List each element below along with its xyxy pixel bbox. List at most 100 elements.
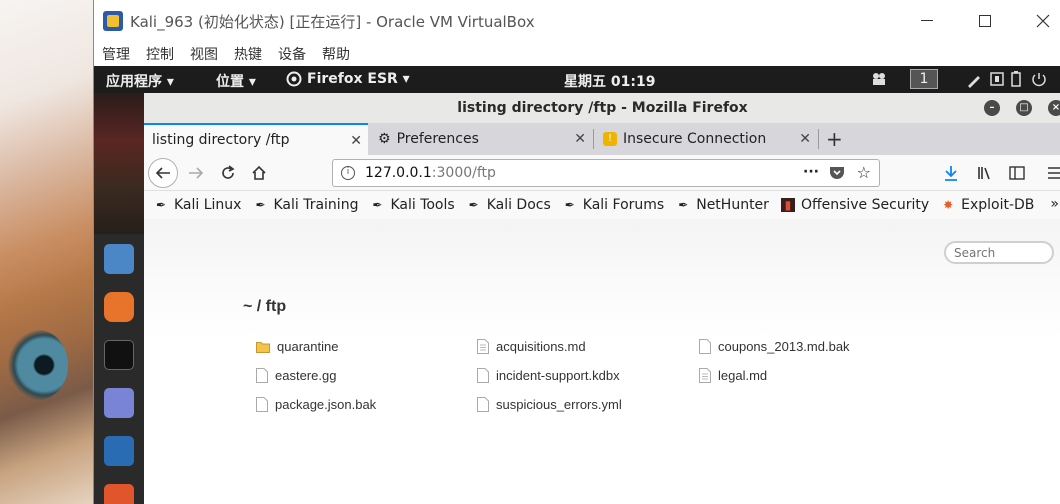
files-icon[interactable] xyxy=(104,244,134,274)
forward-arrow-icon[interactable] xyxy=(185,162,207,184)
kali-dragon-icon: ✒ xyxy=(468,198,479,212)
search-input[interactable] xyxy=(944,241,1054,264)
download-icon[interactable] xyxy=(940,162,962,184)
file-item[interactable]: acquisitions.md xyxy=(477,339,586,354)
gear-icon: ⚙ xyxy=(378,131,391,147)
pen-icon[interactable] xyxy=(966,72,982,92)
burpsuite-icon[interactable] xyxy=(104,484,134,504)
sidebar-icon[interactable] xyxy=(1006,162,1028,184)
kali-dragon-icon: ✒ xyxy=(155,198,167,212)
page-content: ~ / ftp quarantine acquisitions.md coupo… xyxy=(144,219,1060,504)
url-bar[interactable]: i 127.0.0.1 :3000/ftp ··· ☆ xyxy=(332,159,880,187)
url-path: :3000/ftp xyxy=(431,165,496,181)
tab-label: listing directory /ftp xyxy=(152,132,290,148)
folder-icon xyxy=(256,341,270,353)
firefox-window: listing directory /ftp - Mozilla Firefox… xyxy=(144,93,1060,504)
menu-hotkeys[interactable]: 热键 xyxy=(234,44,262,64)
menu-view[interactable]: 视图 xyxy=(190,44,218,64)
tab-close-icon[interactable]: ✕ xyxy=(574,131,586,147)
firefox-window-title: listing directory /ftp - Mozilla Firefox xyxy=(457,100,748,116)
url-host: 127.0.0.1 xyxy=(365,165,432,181)
file-icon xyxy=(477,397,489,412)
overflow-chevron-icon[interactable]: » xyxy=(1050,196,1059,212)
file-item[interactable]: suspicious_errors.yml xyxy=(477,397,622,412)
tab-separator xyxy=(818,129,819,149)
back-arrow-icon[interactable] xyxy=(148,158,178,188)
new-tab-plus-icon[interactable]: + xyxy=(826,127,843,151)
terminal-icon[interactable] xyxy=(104,340,134,370)
bookmark-exploit-db[interactable]: ✸ Exploit-DB xyxy=(941,197,1034,213)
bookmark-nethunter[interactable]: ✒ NetHunter xyxy=(676,197,769,213)
exploit-db-icon: ✸ xyxy=(943,198,954,212)
close-icon[interactable] xyxy=(1032,10,1054,32)
battery-icon[interactable] xyxy=(1009,71,1023,91)
tab-listing-directory[interactable]: listing directory /ftp ✕ xyxy=(144,123,368,155)
file-item[interactable]: coupons_2013.md.bak xyxy=(699,339,850,354)
network-icon[interactable] xyxy=(989,71,1005,91)
tab-label: Preferences xyxy=(396,131,479,147)
bookmark-kali-docs[interactable]: ✒ Kali Docs xyxy=(467,197,551,213)
reload-icon[interactable] xyxy=(217,162,239,184)
ff-close-icon[interactable]: × xyxy=(1048,100,1060,116)
bookmark-kali-forums[interactable]: ✒ Kali Forums xyxy=(563,197,664,213)
vm-screen[interactable]: 应用程序 ▾ 位置 ▾ Firefox ESR ▾ 星期五 01:19 1 li… xyxy=(94,66,1060,504)
menu-help[interactable]: 帮助 xyxy=(322,44,350,64)
menu-devices[interactable]: 设备 xyxy=(278,44,306,64)
virtualbox-icon xyxy=(103,11,123,31)
ff-minimize-icon[interactable]: – xyxy=(984,100,1000,116)
ff-maximize-icon[interactable]: □ xyxy=(1016,100,1032,116)
tab-strip: listing directory /ftp ✕ ⚙ Preferences ✕… xyxy=(144,123,1060,155)
metasploit-icon[interactable] xyxy=(104,436,134,466)
firefox-app-icon xyxy=(286,71,302,88)
clock[interactable]: 星期五 01:19 xyxy=(564,71,655,91)
workspace-indicator[interactable]: 1 xyxy=(910,69,938,89)
bookmark-kali-training[interactable]: ✒ Kali Training xyxy=(253,197,358,213)
file-item[interactable]: quarantine xyxy=(256,339,338,354)
gnome-top-bar: 应用程序 ▾ 位置 ▾ Firefox ESR ▾ 星期五 01:19 1 xyxy=(94,66,1060,93)
tab-close-icon[interactable]: ✕ xyxy=(799,131,811,147)
applications-menu[interactable]: 应用程序 ▾ xyxy=(106,71,174,91)
library-icon[interactable] xyxy=(974,162,996,184)
pocket-icon[interactable] xyxy=(829,166,845,184)
tab-insecure-connection[interactable]: ! Insecure Connection ✕ xyxy=(595,123,817,155)
kali-dragon-icon: ✒ xyxy=(372,198,383,212)
text-editor-icon[interactable] xyxy=(104,388,134,418)
file-item[interactable]: eastere.gg xyxy=(256,368,336,383)
tab-close-icon[interactable]: ✕ xyxy=(350,133,362,149)
maximize-icon[interactable] xyxy=(974,10,996,32)
file-item[interactable]: package.json.bak xyxy=(256,397,376,412)
file-icon xyxy=(699,368,711,383)
tab-separator xyxy=(593,129,594,149)
video-icon[interactable] xyxy=(871,72,889,90)
file-icon xyxy=(477,339,489,354)
kali-dragon-icon: ✒ xyxy=(678,198,689,212)
kali-dragon-icon: ✒ xyxy=(255,198,266,212)
places-menu[interactable]: 位置 ▾ xyxy=(216,71,256,91)
hamburger-menu-icon[interactable] xyxy=(1044,162,1060,184)
firefox-dock-icon[interactable] xyxy=(104,292,134,322)
desktop-wallpaper xyxy=(0,0,93,504)
vbox-menubar: 管理 控制 视图 热键 设备 帮助 xyxy=(94,42,1060,66)
file-item[interactable]: legal.md xyxy=(699,368,767,383)
power-menu-arrow-icon[interactable] xyxy=(1029,71,1049,91)
file-icon xyxy=(699,339,711,354)
file-item[interactable]: incident-support.kdbx xyxy=(477,368,620,383)
minimize-icon[interactable] xyxy=(916,10,938,32)
menu-manage[interactable]: 管理 xyxy=(102,44,130,64)
home-icon[interactable] xyxy=(248,162,270,184)
vbox-window-title: Kali_963 (初始化状态) [正在运行] - Oracle VM Virt… xyxy=(130,12,535,31)
file-icon xyxy=(477,368,489,383)
firefox-app-menu[interactable]: Firefox ESR ▾ xyxy=(307,71,410,87)
info-icon[interactable]: i xyxy=(341,166,355,180)
bookmark-kali-tools[interactable]: ✒ Kali Tools xyxy=(370,197,454,213)
menu-control[interactable]: 控制 xyxy=(146,44,174,64)
page-title: ~ / ftp xyxy=(243,298,287,315)
bookmark-offensive-security[interactable]: ▮ Offensive Security xyxy=(780,197,929,213)
tab-label: Insecure Connection xyxy=(623,131,767,147)
file-icon xyxy=(256,397,268,412)
bookmarks-toolbar: ✒ Kali Linux ✒ Kali Training ✒ Kali Tools ✒… xyxy=(144,191,1060,219)
bookmark-kali-linux[interactable]: ✒ Kali Linux xyxy=(154,197,242,213)
bookmark-star-icon[interactable]: ☆ xyxy=(857,163,871,182)
tab-preferences[interactable]: ⚙ Preferences ✕ xyxy=(370,123,592,155)
page-actions-icon[interactable]: ··· xyxy=(803,164,819,180)
